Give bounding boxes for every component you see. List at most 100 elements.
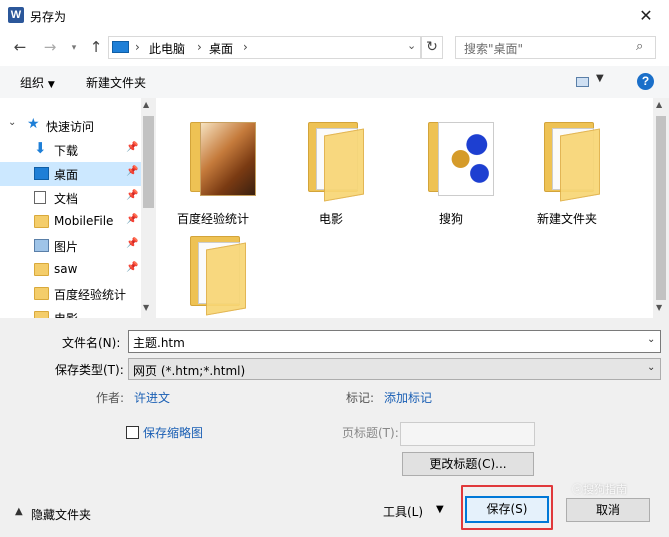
up-arrow-icon[interactable]: ↑ [86,37,106,57]
save-thumbnail-label[interactable]: 保存缩略图 [143,424,203,441]
page-title-input[interactable] [400,422,535,446]
photo-thumbnail [200,122,256,196]
filename-input[interactable]: 主题.htm ⌄ [128,330,661,353]
folder-icon [206,242,246,316]
nav-item-desktop[interactable]: 桌面 📌 [0,162,141,186]
save-thumbnail-checkbox[interactable] [126,426,139,439]
folder-icon [560,128,600,202]
filename-label: 文件名(N): [62,336,121,350]
organize-button[interactable]: 组织 ▼ [20,74,55,91]
pin-icon: 📌 [126,262,139,273]
breadcrumb-desktop[interactable]: 桌面 [209,40,233,57]
file-list-scrollbar[interactable]: ▲ ▼ [653,98,669,318]
nav-item-label: 下载 [54,144,79,158]
nav-item-movies[interactable]: 电影 [0,306,141,318]
help-icon[interactable]: ? [637,73,654,90]
folder-icon [34,311,49,318]
file-item-label: 电影 [318,212,343,226]
author-value-link[interactable]: 许进文 [134,389,170,406]
pin-icon: 📌 [126,166,139,177]
chevron-up-icon[interactable]: ▲ [15,506,23,517]
chevron-down-icon: ▼ [47,80,55,90]
address-dropdown-chevron-icon[interactable]: ⌄ [407,39,416,52]
folder-icon [34,263,49,276]
tags-label: 标记: [346,391,375,405]
scrollbar-thumb[interactable] [656,116,666,300]
search-placeholder: 搜索"桌面" [464,42,524,56]
scroll-down-icon[interactable]: ▼ [656,303,662,312]
file-list[interactable]: 百度经验统计 电影 搜狗 新建文件夹 [156,98,653,318]
command-toolbar: 组织 ▼ 新建文件夹 ▼ ? [0,66,669,98]
cancel-button[interactable]: 取消 [566,498,650,522]
document-icon [34,191,46,204]
scroll-up-icon[interactable]: ▲ [143,100,149,109]
nav-item-baidu-stats[interactable]: 百度经验统计 [0,282,141,306]
file-item-new-folder[interactable]: 新建文件夹 [512,102,622,226]
breadcrumb-separator-icon: › [135,40,140,54]
new-folder-button[interactable]: 新建文件夹 [86,74,146,91]
title-bar: W 另存为 ✕ [0,0,669,32]
change-view-button[interactable]: ▼ [574,73,608,91]
hide-folders-button[interactable]: 隐藏文件夹 [31,506,91,523]
file-item-folder[interactable] [158,216,268,318]
chevron-down-icon[interactable]: ⌄ [647,362,655,373]
tools-button[interactable]: 工具(L) [383,503,423,520]
nav-item-downloads[interactable]: ⬇ 下载 📌 [0,138,141,162]
nav-quick-access[interactable]: ⌄ ★ 快速访问 [0,114,141,138]
nav-item-label: 桌面 [54,168,79,182]
pin-icon: 📌 [126,214,139,225]
close-button[interactable]: ✕ [631,4,661,28]
photo-thumbnail [438,122,494,196]
desktop-icon [34,167,49,180]
back-arrow-icon[interactable]: ← [10,37,30,57]
folder-icon [34,287,49,300]
page-title-label: 页标题(T): [342,426,399,440]
save-button[interactable]: 保存(S) [465,496,549,523]
picture-icon [34,239,49,252]
nav-scrollbar[interactable]: ▲ ▼ [141,98,156,318]
nav-item-label: MobileFile [54,214,114,228]
star-icon: ★ [27,116,40,132]
filetype-value: 网页 (*.htm;*.html) [133,364,246,378]
folder-icon [324,128,364,202]
forward-arrow-icon[interactable]: → [40,37,60,57]
recent-locations-chevron-icon[interactable]: ▾ [64,38,84,58]
nav-item-mobilefile[interactable]: MobileFile 📌 [0,210,141,234]
filetype-label: 保存类型(T): [55,363,124,377]
file-item-baidu-stats[interactable]: 百度经验统计 [158,102,268,226]
pin-icon: 📌 [126,238,139,249]
address-bar[interactable]: › 此电脑 › 桌面 › ⌄ [108,36,421,59]
nav-item-documents[interactable]: 文档 📌 [0,186,141,210]
navigation-pane[interactable]: ⌄ ★ 快速访问 ⬇ 下载 📌 桌面 📌 文档 📌 MobileFile 📌 图… [0,98,156,318]
scroll-up-icon[interactable]: ▲ [656,100,662,109]
breadcrumb-separator-icon: › [243,40,248,54]
file-item-sogou[interactable]: 搜狗 [396,102,506,226]
search-icon[interactable]: ⌕ [636,39,643,54]
refresh-icon[interactable]: ↻ [421,36,443,59]
nav-item-label: 百度经验统计 [54,288,127,302]
chevron-down-icon: ▼ [596,73,604,84]
nav-item-label: 图片 [54,240,79,254]
nav-item-saw[interactable]: saw 📌 [0,258,141,282]
word-app-icon: W [8,7,24,23]
search-input[interactable]: 搜索"桌面" ⌕ [455,36,656,59]
filename-value: 主题.htm [133,336,185,350]
breadcrumb-this-pc[interactable]: 此电脑 [149,40,185,57]
change-title-button[interactable]: 更改标题(C)... [402,452,534,476]
nav-item-label: 快速访问 [46,120,95,134]
download-arrow-icon: ⬇ [34,139,47,157]
chevron-down-icon[interactable]: ▼ [436,504,444,515]
scrollbar-thumb[interactable] [143,116,154,208]
file-item-movies[interactable]: 电影 [276,102,386,226]
nav-item-pictures[interactable]: 图片 📌 [0,234,141,258]
breadcrumb-separator-icon: › [197,40,202,54]
watermark-logo: ⓢ搜狗指南 [572,483,627,496]
chevron-down-icon[interactable]: ⌄ [647,334,655,345]
add-tags-link[interactable]: 添加标记 [384,389,432,406]
folder-icon [34,215,49,228]
chevron-down-icon[interactable]: ⌄ [8,117,16,128]
filetype-select[interactable]: 网页 (*.htm;*.html) ⌄ [128,358,661,380]
window-title: 另存为 [30,10,67,24]
scroll-down-icon[interactable]: ▼ [143,303,149,312]
pin-icon: 📌 [126,190,139,201]
